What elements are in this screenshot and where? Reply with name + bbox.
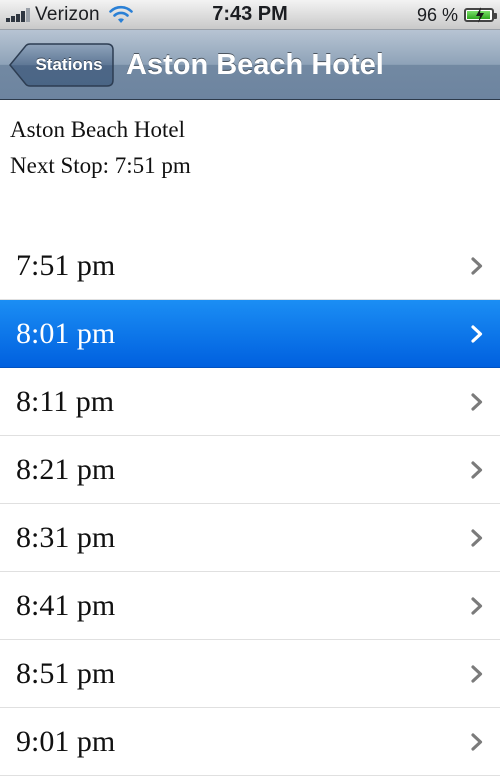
status-right: 96 % (416, 4, 497, 26)
schedule-time: 8:11 pm (16, 385, 115, 418)
station-name: Aston Beach Hotel (10, 117, 186, 142)
schedule-row[interactable]: 9:01 pm (0, 708, 500, 776)
schedule-row[interactable]: 8:11 pm (0, 368, 500, 436)
station-info: Aston Beach Hotel Next Stop: 7:51 pm (10, 112, 191, 184)
schedule-row[interactable]: 8:21 pm (0, 436, 500, 504)
chevron-right-icon (471, 733, 483, 751)
schedule-row[interactable]: 7:51 pm (0, 232, 500, 300)
chevron-right-icon (471, 665, 483, 683)
navigation-bar: Stations Aston Beach Hotel (0, 30, 500, 100)
status-bar: Verizon 7:43 PM 96 % (0, 0, 500, 30)
schedule-time: 8:21 pm (16, 453, 116, 486)
chevron-right-icon (471, 257, 483, 275)
charging-bolt-icon (476, 7, 484, 23)
schedule-time: 8:51 pm (16, 657, 116, 690)
chevron-right-icon (471, 461, 483, 479)
schedule-row[interactable]: 8:41 pm (0, 572, 500, 640)
schedule-time: 8:01 pm (16, 317, 116, 350)
chevron-right-icon (471, 393, 483, 411)
schedule-time: 8:31 pm (16, 521, 116, 554)
battery-percent: 96 % (416, 4, 458, 25)
schedule-row[interactable]: 8:01 pm (0, 300, 500, 368)
next-stop-label: Next Stop: 7:51 pm (10, 153, 191, 178)
chevron-right-icon (471, 529, 483, 547)
back-button[interactable]: Stations (8, 43, 114, 87)
chevron-right-icon (471, 325, 483, 343)
page-title: Aston Beach Hotel (126, 49, 384, 81)
schedule-time: 8:41 pm (16, 589, 116, 622)
schedule-time: 9:01 pm (16, 725, 116, 758)
chevron-right-icon (471, 597, 483, 615)
schedule-time: 7:51 pm (16, 249, 116, 282)
schedule-row[interactable]: 8:51 pm (0, 640, 500, 708)
schedule-list: 7:51 pm 8:01 pm 8:11 pm 8:21 pm 8:31 pm 8:41 … (0, 232, 500, 776)
back-button-label: Stations (35, 55, 103, 74)
battery-charging-icon (464, 7, 497, 23)
schedule-row[interactable]: 8:31 pm (0, 504, 500, 572)
